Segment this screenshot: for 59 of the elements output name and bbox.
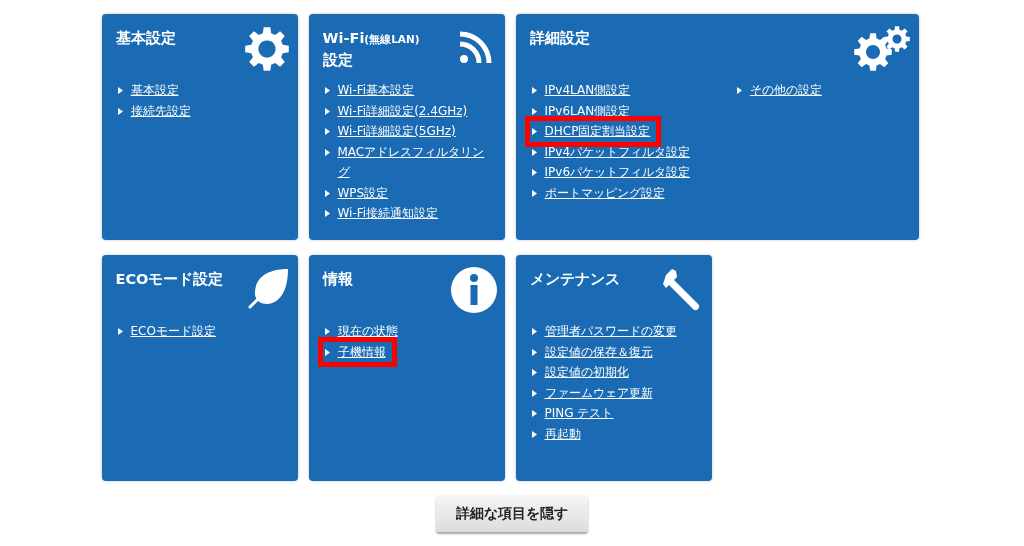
- menu-link[interactable]: IPv4パケットフィルタ設定: [544, 141, 690, 162]
- card-title: ECOモード設定: [115, 270, 224, 289]
- triangle-icon: [117, 328, 123, 335]
- menu-link[interactable]: その他の設定: [749, 80, 822, 101]
- triangle-icon: [531, 348, 537, 356]
- triangle-icon: [531, 430, 537, 438]
- menu-link[interactable]: MACアドレスフィルタリング: [337, 141, 493, 183]
- triangle-icon: [531, 369, 537, 376]
- menu-link[interactable]: 管理者パスワードの変更: [544, 321, 677, 342]
- menu-link[interactable]: 設定値の保存＆復元: [544, 341, 653, 362]
- card-title: 詳細設定: [529, 29, 590, 48]
- card-title: メンテナンス: [529, 270, 620, 289]
- menu-link[interactable]: WPS設定: [337, 182, 389, 203]
- menu-link[interactable]: IPv6パケットフィルタ設定: [544, 162, 690, 183]
- menu-link[interactable]: ファームウェア更新: [544, 382, 653, 403]
- card-title: 基本設定: [115, 29, 176, 48]
- leaf-icon: [247, 267, 290, 309]
- menu-link[interactable]: PING テスト: [544, 403, 614, 424]
- menu-link[interactable]: 子機情報: [337, 341, 386, 362]
- menu-link[interactable]: Wi-Fi基本設定: [337, 80, 415, 101]
- menu-link[interactable]: IPv4LAN側設定: [544, 80, 631, 101]
- menu-link[interactable]: 接続先設定: [130, 100, 191, 121]
- triangle-icon: [531, 328, 537, 335]
- menu-link[interactable]: 再起動: [544, 423, 581, 444]
- card-title: Wi-Fi(無線LAN) 設定: [322, 29, 421, 70]
- hide-details-button[interactable]: 詳細な項目を隠す: [436, 495, 588, 532]
- triangle-icon: [531, 389, 537, 397]
- triangle-icon: [324, 148, 330, 156]
- triangle-icon: [324, 189, 330, 197]
- info-icon: [450, 267, 497, 313]
- menu-link[interactable]: IPv6LAN側設定: [544, 100, 631, 121]
- menu-link[interactable]: Wi-Fi詳細設定(5GHz): [337, 121, 456, 142]
- triangle-icon: [324, 328, 330, 335]
- gears-icon: [852, 26, 911, 72]
- triangle-icon: [736, 87, 742, 94]
- menu-link[interactable]: 設定値の初期化: [544, 362, 629, 383]
- card-title: 情報: [322, 270, 353, 289]
- menu-link[interactable]: ECOモード設定: [130, 321, 216, 342]
- triangle-icon: [324, 210, 330, 217]
- triangle-icon: [324, 87, 330, 94]
- triangle-icon: [324, 348, 330, 356]
- triangle-icon: [531, 87, 537, 94]
- menu-link[interactable]: ポートマッピング設定: [544, 182, 665, 203]
- triangle-icon: [531, 169, 537, 176]
- triangle-icon: [531, 107, 537, 115]
- triangle-icon: [117, 87, 123, 94]
- menu-link[interactable]: Wi-Fi接続通知設定: [337, 203, 439, 224]
- triangle-icon: [531, 148, 537, 156]
- triangle-icon: [324, 107, 330, 115]
- triangle-icon: [117, 107, 123, 115]
- menu-link[interactable]: DHCP固定割当設定: [544, 121, 651, 142]
- menu-link[interactable]: 基本設定: [130, 80, 179, 101]
- triangle-icon: [531, 189, 537, 197]
- triangle-icon: [324, 128, 330, 135]
- menu-link[interactable]: Wi-Fi詳細設定(2.4GHz): [337, 100, 468, 121]
- menu-link[interactable]: 現在の状態: [337, 321, 398, 342]
- gear-icon: [243, 26, 290, 72]
- triangle-icon: [531, 128, 537, 135]
- triangle-icon: [531, 410, 537, 417]
